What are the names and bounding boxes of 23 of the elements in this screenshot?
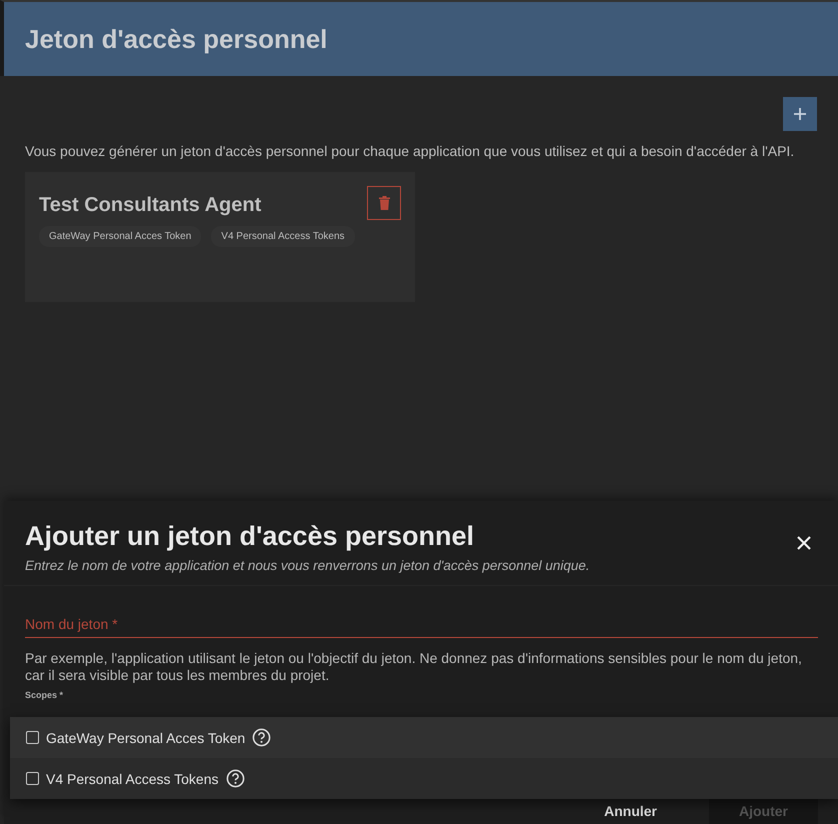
helper-text: Par exemple, l'application utilisant le jeton ou l'objectif du jeton. Ne donnez pas d'informations sensibles pour le nom du jeton, car il sera visible par tous les membres du projet. bbox=[25, 650, 803, 684]
close-icon bbox=[796, 535, 812, 551]
token-name-field[interactable]: Nom du jeton * bbox=[25, 612, 818, 638]
checkbox[interactable] bbox=[26, 731, 39, 744]
dialog-subtitle: Entrez le nom de votre application et nous vous renverrons un jeton d'accès personnel unique. bbox=[25, 558, 590, 573]
help-icon bbox=[252, 728, 272, 747]
trash-icon bbox=[378, 196, 390, 210]
close-button[interactable] bbox=[796, 535, 812, 551]
page-title: Jeton d'accès personnel bbox=[25, 24, 328, 54]
scope-chip: V4 Personal Access Tokens bbox=[211, 226, 355, 247]
dialog-title: Ajouter un jeton d'accès personnel bbox=[25, 521, 476, 552]
checkbox[interactable] bbox=[26, 772, 39, 785]
token-name: Test Consultants Agent bbox=[39, 194, 262, 216]
dialog-button[interactable]: Annuler bbox=[574, 798, 687, 824]
add-button[interactable] bbox=[783, 97, 817, 131]
delete-button[interactable] bbox=[367, 186, 401, 220]
scopes-label: Scopes * bbox=[25, 690, 64, 702]
plus-icon bbox=[794, 108, 806, 120]
scope-chip: GateWay Personal Acces Token bbox=[39, 226, 202, 247]
scope-option[interactable]: V4 Personal Access Tokens bbox=[46, 770, 219, 786]
scope-option[interactable]: GateWay Personal Acces Token bbox=[46, 730, 246, 746]
help-icon bbox=[226, 769, 245, 788]
description-text: Vous pouvez générer un jeton d'accès personnel pour chaque application que vous utilisez et qui a besoin d'accéder à l'API. bbox=[25, 143, 796, 160]
